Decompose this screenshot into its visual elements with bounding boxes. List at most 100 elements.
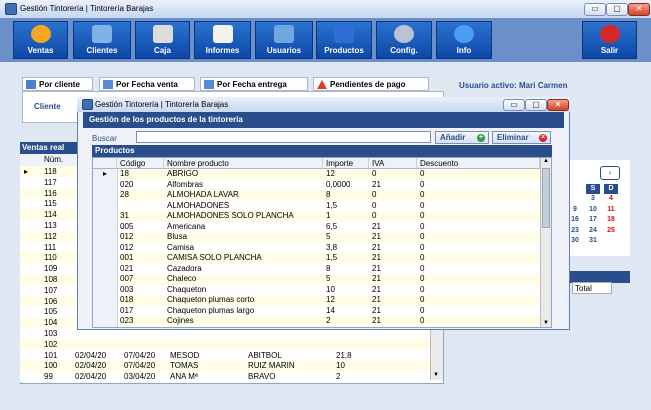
col-descuento[interactable]: Descuento (417, 158, 540, 169)
row-selector[interactable] (93, 284, 118, 295)
tab-pendientes-pago[interactable]: Pendientes de pago (313, 77, 429, 91)
calendar-day[interactable]: 17 (586, 216, 600, 223)
product-row[interactable]: 012 Camisa 3,8 21 0 (93, 242, 540, 253)
col-importe[interactable]: Importe (323, 158, 369, 169)
col-iva[interactable]: IVA (369, 158, 417, 169)
row-selector[interactable] (93, 179, 118, 190)
ventas-cell-apellido: BRAVO (248, 372, 276, 382)
calendar-next-button[interactable]: › (600, 166, 620, 180)
product-cell-iva: 21 (372, 295, 381, 304)
minimize-button[interactable]: ▭ (584, 3, 606, 16)
productos-scrollbar[interactable]: ▲ ▼ (540, 158, 551, 327)
row-selector[interactable] (93, 232, 118, 243)
dialog-minimize-button[interactable]: ▭ (503, 99, 525, 111)
tab-por-fecha-entrega[interactable]: Por Fecha entrega (200, 77, 308, 91)
product-row[interactable]: 001 CAMISA SOLO PLANCHA 1,5 21 0 (93, 253, 540, 264)
ventas-row[interactable]: 102 (20, 338, 442, 350)
row-selector[interactable] (93, 200, 118, 211)
dialog-close-button[interactable]: ✕ (547, 99, 569, 111)
row-selector[interactable] (93, 211, 118, 222)
info-button[interactable]: Info (436, 21, 492, 59)
calendar-day[interactable]: 10 (586, 206, 600, 213)
product-row[interactable]: ALMOHADONES 1,5 0 0 (93, 200, 540, 211)
calendar-day[interactable]: 11 (604, 206, 618, 213)
calendar-day[interactable]: 23 (568, 227, 582, 234)
calendar-day[interactable]: 3 (586, 195, 600, 202)
row-selector[interactable] (93, 242, 118, 253)
calendar-day[interactable]: 30 (568, 237, 582, 244)
window-title: Gestión Tintorería | Tintorería Barajas (20, 4, 154, 13)
scroll-thumb[interactable] (542, 168, 550, 228)
productos-button[interactable]: Productos (316, 21, 372, 59)
product-cell-codigo: 005 (120, 221, 134, 231)
row-selector[interactable] (93, 253, 118, 264)
ventas-cell-nombre: ANA Mª (170, 372, 198, 382)
ventas-row[interactable]: 101 02/04/20 07/04/20 MESOD ABITBOL 21,8 (20, 349, 442, 361)
row-selector[interactable] (93, 274, 118, 285)
row-selector[interactable] (93, 190, 118, 201)
calendar-day[interactable]: 16 (568, 216, 582, 223)
config-button[interactable]: Config. (376, 21, 432, 59)
row-selector[interactable] (93, 316, 118, 327)
col-nombre[interactable]: Nombre producto (164, 158, 323, 169)
product-cell-nombre: Alfombras (167, 179, 204, 189)
product-row[interactable]: 021 Cazadora 8 21 0 (93, 263, 540, 274)
product-cell-nombre: ALMOHADONES SOLO PLANCHA (167, 211, 294, 220)
product-cell-iva: 21 (372, 263, 381, 273)
scroll-down-icon[interactable]: ▼ (543, 320, 549, 326)
delete-button[interactable]: Eliminar × (492, 131, 551, 144)
calendar-day[interactable]: 25 (604, 227, 618, 234)
product-row[interactable]: 023 Cojines 2 21 0 (93, 316, 540, 327)
scroll-up-icon[interactable]: ▲ (543, 158, 549, 164)
calendar-day[interactable]: 9 (568, 206, 582, 213)
usuarios-button[interactable]: Usuarios (255, 21, 313, 59)
calendar-day[interactable]: 31 (586, 237, 600, 244)
calendar-day[interactable]: 4 (604, 195, 618, 202)
row-selector[interactable] (93, 221, 118, 232)
salir-button[interactable]: Salir (582, 21, 637, 59)
close-button[interactable]: ✕ (628, 3, 650, 16)
product-cell-importe: 14 (326, 305, 335, 315)
add-button[interactable]: Añadir + (435, 131, 489, 144)
product-row[interactable]: ▸ 18 ABRIGO 12 0 0 (93, 169, 540, 180)
product-row[interactable]: 28 ALMOHADA LAVAR 8 0 0 (93, 190, 540, 201)
product-cell-descuento: 0 (420, 221, 425, 231)
informes-button[interactable]: Informes (194, 21, 251, 59)
product-cell-descuento: 0 (420, 169, 425, 178)
product-cell-descuento: 0 (420, 263, 425, 273)
calendar-day[interactable]: 18 (604, 216, 618, 223)
row-selector[interactable] (93, 295, 118, 306)
product-cell-iva: 21 (372, 253, 381, 262)
product-row[interactable]: 005 Americana 6,5 21 0 (93, 221, 540, 232)
ventas-row[interactable]: 100 02/04/20 07/04/20 TOMAS RUIZ MARIN 10 (20, 360, 442, 372)
caja-button[interactable]: Caja (135, 21, 190, 59)
product-row[interactable]: 007 Chaleco 5 21 0 (93, 274, 540, 285)
product-cell-nombre: Chaqueton plumas corto (167, 295, 255, 304)
col-codigo[interactable]: Código (117, 158, 164, 169)
calendar-header-d: D (604, 184, 618, 194)
product-cell-codigo: 023 (120, 316, 134, 325)
calendar-day[interactable]: 24 (586, 227, 600, 234)
ventas-row[interactable]: 99 02/04/20 03/04/20 ANA Mª BRAVO 2 (20, 371, 442, 383)
scroll-down-icon[interactable]: ▼ (433, 372, 439, 378)
tab-por-cliente[interactable]: Por cliente (22, 77, 93, 91)
product-row[interactable]: 003 Chaqueton 10 21 0 (93, 284, 540, 295)
product-row[interactable]: 020 Alfombras 0,0000 21 0 (93, 179, 540, 190)
ventas-button[interactable]: Ventas (13, 21, 68, 59)
row-selector[interactable]: ▸ (93, 169, 118, 180)
maximize-button[interactable]: ▢ (606, 3, 628, 16)
tab-por-fecha-venta[interactable]: Por Fecha venta (99, 77, 195, 91)
app-icon (82, 99, 93, 110)
product-cell-codigo: 007 (120, 274, 134, 283)
row-selector[interactable] (93, 263, 118, 274)
product-row[interactable]: 31 ALMOHADONES SOLO PLANCHA 1 0 0 (93, 211, 540, 222)
product-row[interactable]: 017 Chaqueton plumas largo 14 21 0 (93, 305, 540, 316)
product-row[interactable]: 018 Chaqueton plumas corto 12 21 0 (93, 295, 540, 306)
product-row[interactable]: 012 Blusa 5 21 0 (93, 232, 540, 243)
plus-icon: + (477, 134, 485, 142)
clientes-button[interactable]: Clientes (73, 21, 131, 59)
row-selector[interactable] (93, 305, 118, 316)
dialog-maximize-button[interactable]: ▢ (525, 99, 547, 111)
ventas-cell-num: 108 (44, 275, 58, 284)
buscar-input[interactable] (136, 131, 431, 143)
